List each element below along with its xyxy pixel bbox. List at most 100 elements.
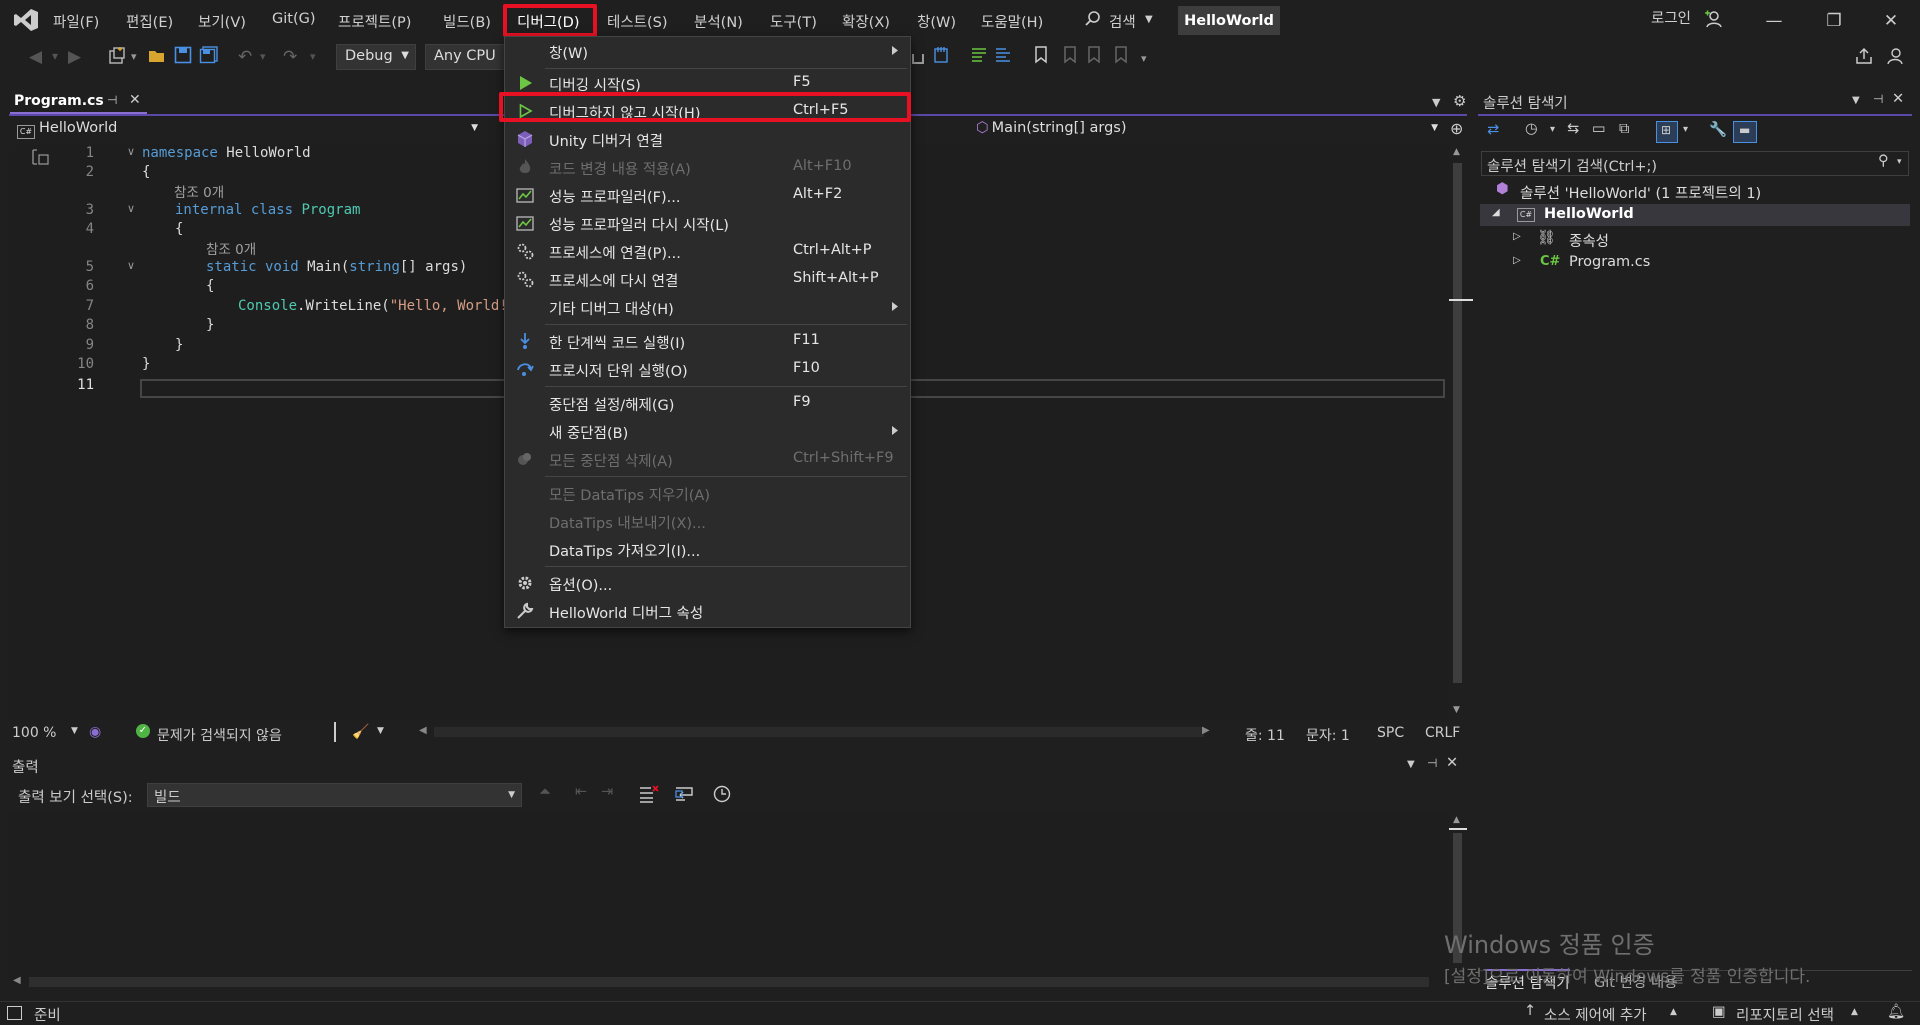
- restore-button[interactable]: ❐: [1814, 8, 1854, 34]
- next-message-icon[interactable]: ⇥: [601, 784, 613, 800]
- menu-item-delete-all-breakpoints[interactable]: 모든 중단점 삭제(A) Ctrl+Shift+F9: [505, 446, 910, 472]
- comment-out-icon[interactable]: [970, 46, 988, 64]
- collapse-icon[interactable]: ∨: [127, 259, 135, 272]
- pin-icon[interactable]: ⊣: [1873, 92, 1883, 106]
- scroll-up-icon[interactable]: ▲: [1453, 815, 1460, 825]
- notifications-bell-icon[interactable]: 🔔︎: [1887, 1003, 1905, 1020]
- live-share-icon[interactable]: [1855, 47, 1873, 65]
- pin-icon[interactable]: ⊣: [107, 93, 117, 107]
- menu-item-attach-to-process[interactable]: 프로세스에 연결(P)... Ctrl+Alt+P: [505, 238, 910, 264]
- prev-bookmark-icon[interactable]: [1061, 46, 1077, 64]
- notification-output-icon[interactable]: [7, 1006, 22, 1020]
- scroll-left-icon[interactable]: ◀: [13, 975, 21, 986]
- account-icon[interactable]: [1703, 9, 1723, 29]
- reference-count-lens[interactable]: 참조 0개: [206, 238, 256, 258]
- expand-right-icon[interactable]: ▷: [1513, 231, 1521, 242]
- new-project-icon[interactable]: [107, 46, 127, 66]
- select-repository[interactable]: 리포지토리 선택: [1736, 1004, 1834, 1025]
- undo-dropdown-icon[interactable]: ▾: [260, 50, 266, 63]
- menu-item-options[interactable]: 옵션(O)...: [505, 570, 910, 596]
- panel-dropdown-icon[interactable]: ▼: [1852, 95, 1860, 106]
- scroll-up-icon[interactable]: ▲: [1453, 147, 1460, 157]
- menu-item-relaunch-profiler[interactable]: 성능 프로파일러 다시 시작(L): [505, 210, 910, 236]
- zoom-dropdown-icon[interactable]: ▼: [71, 726, 78, 736]
- line-indicator[interactable]: 줄: 11: [1245, 725, 1285, 745]
- horizontal-scrollbar[interactable]: [434, 727, 1204, 737]
- tree-project-node[interactable]: ◢ C# HelloWorld: [1480, 204, 1910, 226]
- sync-active-document-icon[interactable]: ⇄: [1487, 122, 1499, 138]
- menu-extensions[interactable]: 확장(X): [842, 11, 890, 32]
- menu-item-window[interactable]: 창(W): [505, 38, 910, 64]
- search-icon[interactable]: [1084, 10, 1102, 28]
- tab-list-dropdown-icon[interactable]: ▼: [1432, 96, 1440, 109]
- menu-item-step-over[interactable]: 프로시저 단위 실행(O) F10: [505, 356, 910, 382]
- menu-test[interactable]: 테스트(S): [607, 11, 668, 32]
- menu-item-import-datatips[interactable]: DataTips 가져오기(I)...: [505, 536, 910, 562]
- pin-icon[interactable]: ⊣: [1427, 756, 1437, 770]
- preview-selected-items-icon[interactable]: ▬: [1733, 121, 1757, 143]
- menu-help[interactable]: 도움말(H): [981, 11, 1043, 32]
- cleanup-dropdown-icon[interactable]: ▼: [377, 726, 384, 736]
- forward-icon[interactable]: ▶: [68, 47, 81, 67]
- solution-search-input[interactable]: 솔루션 탐색기 검색(Ctrl+;) ⚲ ▾: [1481, 151, 1909, 176]
- visual-studio-logo-icon[interactable]: [13, 8, 39, 32]
- save-icon[interactable]: [174, 46, 192, 64]
- copilot-icon[interactable]: ◉: [89, 724, 101, 740]
- add-to-source-control[interactable]: 소스 제어에 추가: [1544, 1004, 1647, 1025]
- next-bookmark-icon[interactable]: [1087, 46, 1103, 64]
- find-message-icon[interactable]: ⏶: [539, 784, 551, 800]
- clock-icon[interactable]: [713, 785, 731, 803]
- nav-project-select[interactable]: C# HelloWorld ▼: [11, 118, 484, 142]
- output-text-area[interactable]: [9, 810, 1449, 982]
- menu-analyze[interactable]: 분석(N): [694, 11, 743, 32]
- properties-wrench-icon[interactable]: 🔧: [1709, 121, 1727, 138]
- clear-bookmarks-icon[interactable]: [1114, 46, 1130, 64]
- views-dropdown-icon[interactable]: ▾: [1683, 124, 1688, 135]
- search-dropdown-icon[interactable]: ▼: [1145, 14, 1153, 25]
- menu-item-export-datatips[interactable]: DataTips 내보내기(X)...: [505, 508, 910, 534]
- menu-item-other-debug-targets[interactable]: 기타 디버그 대상(H): [505, 294, 910, 320]
- prev-message-icon[interactable]: ⇤: [575, 784, 587, 800]
- scroll-down-icon[interactable]: ▼: [1453, 705, 1460, 715]
- menu-item-new-breakpoint[interactable]: 새 중단점(B): [505, 418, 910, 444]
- menu-file[interactable]: 파일(F): [53, 11, 99, 32]
- output-source-select[interactable]: 빌드 ▼: [147, 783, 522, 807]
- open-folder-icon[interactable]: [147, 46, 167, 66]
- zoom-level[interactable]: 100 %: [12, 725, 56, 741]
- collapse-icon[interactable]: ∨: [127, 202, 135, 215]
- menu-debug[interactable]: 디버그(D): [517, 11, 580, 32]
- editor-vertical-scrollbar[interactable]: ▲ ▼: [1449, 145, 1473, 720]
- arrow-up-icon[interactable]: ↑: [1524, 1003, 1536, 1019]
- editor-settings-gear-icon[interactable]: ⚙: [1453, 92, 1466, 110]
- menu-item-attach-unity-debugger[interactable]: Unity 디버거 연결: [505, 126, 910, 152]
- menu-item-apply-code-changes[interactable]: 코드 변경 내용 적용(A) Alt+F10: [505, 154, 910, 180]
- word-wrap-icon[interactable]: [675, 785, 695, 803]
- new-dropdown-icon[interactable]: ▾: [131, 50, 137, 63]
- close-tab-icon[interactable]: ✕: [129, 92, 141, 108]
- expand-right-icon[interactable]: ▷: [1513, 255, 1521, 266]
- search-icon[interactable]: ⚲: [1878, 153, 1889, 169]
- menu-project[interactable]: 프로젝트(P): [338, 11, 411, 32]
- tab-program-cs[interactable]: Program.cs ⊣ ✕: [10, 90, 147, 114]
- redo-dropdown-icon[interactable]: ▾: [310, 50, 316, 63]
- show-all-files-icon[interactable]: ⧉: [1619, 121, 1629, 137]
- menu-edit[interactable]: 편집(E): [126, 11, 173, 32]
- panel-dropdown-icon[interactable]: ▼: [1407, 759, 1415, 770]
- feedback-icon[interactable]: [1886, 47, 1904, 65]
- platform-select[interactable]: Any CPU: [425, 44, 505, 70]
- refresh-icon[interactable]: ⇆: [1567, 121, 1579, 137]
- back-icon[interactable]: ◀: [29, 47, 42, 67]
- scrollbar-thumb[interactable]: [29, 977, 1429, 987]
- toolbar-partial-icon[interactable]: [912, 54, 924, 64]
- pending-dropdown-icon[interactable]: ▾: [1550, 124, 1555, 135]
- nav-member-select[interactable]: ⬡ Main(string[] args) ▼: [970, 118, 1444, 142]
- menu-build[interactable]: 빌드(B): [443, 11, 491, 32]
- chevron-up-icon[interactable]: ▲: [1670, 1007, 1677, 1017]
- close-panel-icon[interactable]: ✕: [1892, 91, 1904, 107]
- toolbar-overflow-icon[interactable]: ▾: [1141, 52, 1147, 65]
- search-options-dropdown-icon[interactable]: ▾: [1897, 157, 1902, 167]
- scroll-left-icon[interactable]: ◀: [419, 725, 427, 736]
- configuration-select[interactable]: Debug ▼: [336, 44, 416, 70]
- undo-icon[interactable]: ↶: [238, 47, 252, 67]
- menu-item-reattach-to-process[interactable]: 프로세스에 다시 연결 Shift+Alt+P: [505, 266, 910, 292]
